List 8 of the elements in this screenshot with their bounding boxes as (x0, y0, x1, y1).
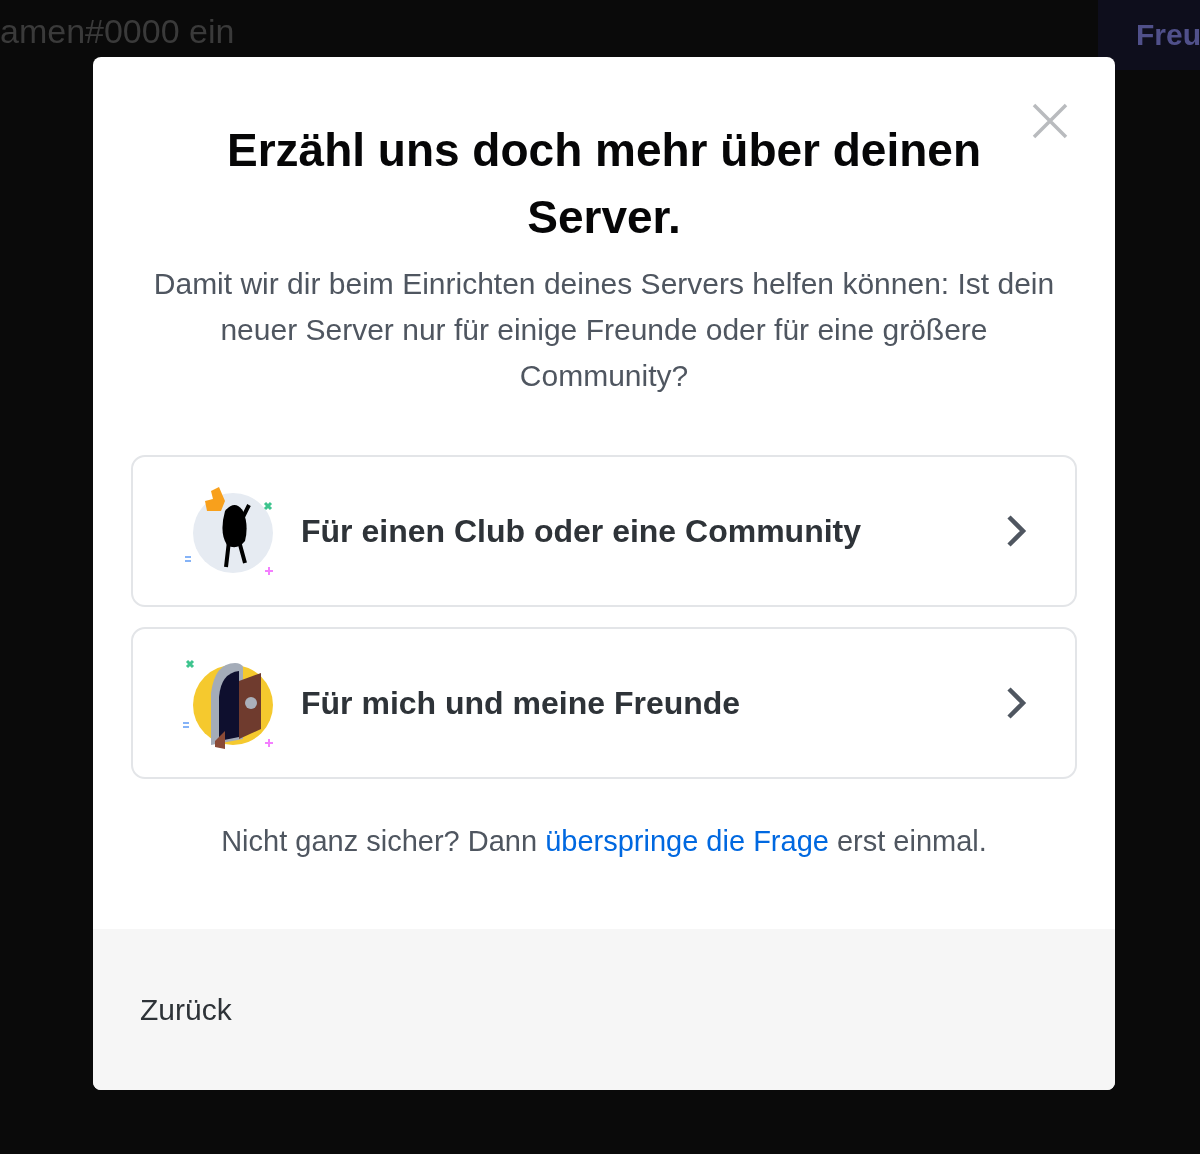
skip-link[interactable]: überspringe die Frage (545, 825, 829, 857)
option-card[interactable]: Für einen Club oder eine Community (131, 455, 1077, 607)
back-button[interactable]: Zurück (140, 992, 232, 1027)
skip-hint: Nicht ganz sicher? Dann überspringe die Frage erst einmal. (221, 825, 987, 858)
dialog-title: Erzähl uns doch mehr über deinen Server. (226, 123, 982, 245)
option-card[interactable]: Für mich und meine Freunde (131, 627, 1077, 779)
dialog-description: Damit wir dir beim Einrichten deines Servers helfen können: Ist dein neuer Server nur für einige Freunde oder für eine größere Community? (152, 266, 1056, 394)
close-icon[interactable] (1031, 102, 1069, 140)
